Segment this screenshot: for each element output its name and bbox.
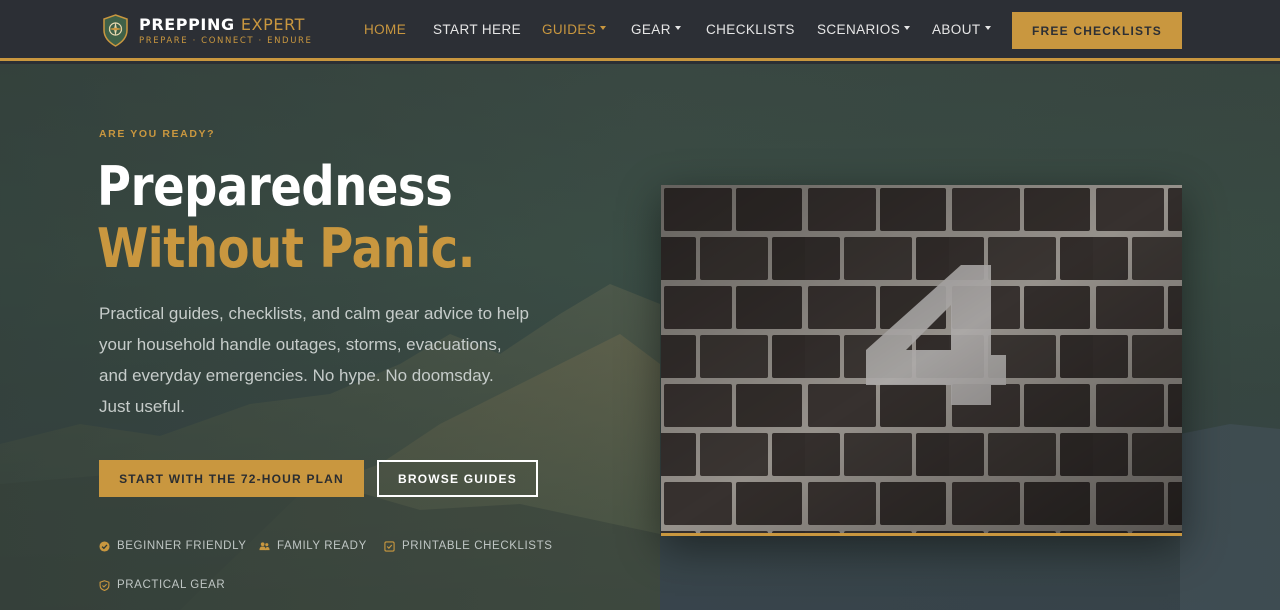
free-checklists-button[interactable]: FREE CHECKLISTS	[1012, 12, 1182, 49]
brand-name: PREPPING EXPERT	[139, 14, 313, 34]
nav-checklists-label: CHECKLISTS	[706, 22, 795, 37]
hero-photo	[661, 185, 1182, 536]
hero-title-line2: Without Panic.	[97, 217, 475, 280]
users-icon	[259, 541, 270, 550]
nav-scenarios-label: SCENARIOS	[817, 22, 901, 37]
feature-label: PRINTABLE CHECKLISTS	[402, 540, 553, 552]
brand-name-primary: PREPPING	[139, 14, 235, 34]
chevron-down-icon	[600, 26, 607, 31]
brick-wall-number-four-image	[661, 185, 1182, 533]
check-circle-icon	[99, 540, 110, 552]
shield-check-icon	[99, 579, 110, 591]
compass-shield-icon	[103, 14, 128, 47]
chevron-down-icon	[904, 26, 911, 31]
chevron-down-icon	[984, 26, 991, 31]
brand-logo[interactable]: PREPPING EXPERT PREPARE · CONNECT · ENDU…	[102, 14, 313, 47]
hero-description: Practical guides, checklists, and calm g…	[99, 304, 529, 416]
nav-guides[interactable]: GUIDES	[542, 22, 607, 37]
nav-about-label: ABOUT	[932, 22, 981, 37]
feature-practical-gear: PRACTICAL GEAR	[99, 579, 225, 591]
nav-home[interactable]: HOME	[364, 22, 406, 37]
brand-tagline: PREPARE · CONNECT · ENDURE	[139, 35, 313, 46]
feature-label: BEGINNER FRIENDLY	[117, 540, 247, 552]
nav-about[interactable]: ABOUT	[932, 22, 991, 37]
hero-title-line1: Preparedness	[97, 155, 453, 218]
feature-family-ready: FAMILY READY	[259, 540, 367, 552]
feature-printable-checklists: PRINTABLE CHECKLISTS	[384, 540, 552, 552]
clipboard-check-icon	[384, 540, 395, 552]
hero-section: ARE YOU READY? Preparedness Without Pani…	[0, 64, 1280, 610]
feature-label: FAMILY READY	[277, 540, 367, 552]
start-72-hour-plan-button[interactable]: START WITH THE 72-HOUR PLAN	[99, 460, 364, 497]
nav-gear-label: GEAR	[631, 22, 671, 37]
hero-eyebrow: ARE YOU READY?	[99, 128, 216, 140]
nav-home-label: HOME	[364, 22, 407, 37]
feature-label: PRACTICAL GEAR	[117, 579, 226, 591]
brick-wall-graphic	[661, 185, 1182, 533]
nav-start-here-label: START HERE	[433, 22, 522, 37]
nav-guides-label: GUIDES	[542, 22, 597, 37]
nav-checklists[interactable]: CHECKLISTS	[706, 22, 795, 37]
chevron-down-icon	[674, 26, 681, 31]
browse-guides-button[interactable]: BROWSE GUIDES	[377, 460, 538, 497]
nav-gear[interactable]: GEAR	[631, 22, 681, 37]
brand-name-accent: EXPERT	[240, 14, 306, 34]
nav-start-here[interactable]: START HERE	[433, 22, 521, 37]
feature-beginner-friendly: BEGINNER FRIENDLY	[99, 540, 246, 552]
site-header: PREPPING EXPERT PREPARE · CONNECT · ENDU…	[0, 0, 1280, 61]
nav-scenarios[interactable]: SCENARIOS	[817, 22, 911, 37]
photo-accent-bar	[661, 533, 1182, 536]
